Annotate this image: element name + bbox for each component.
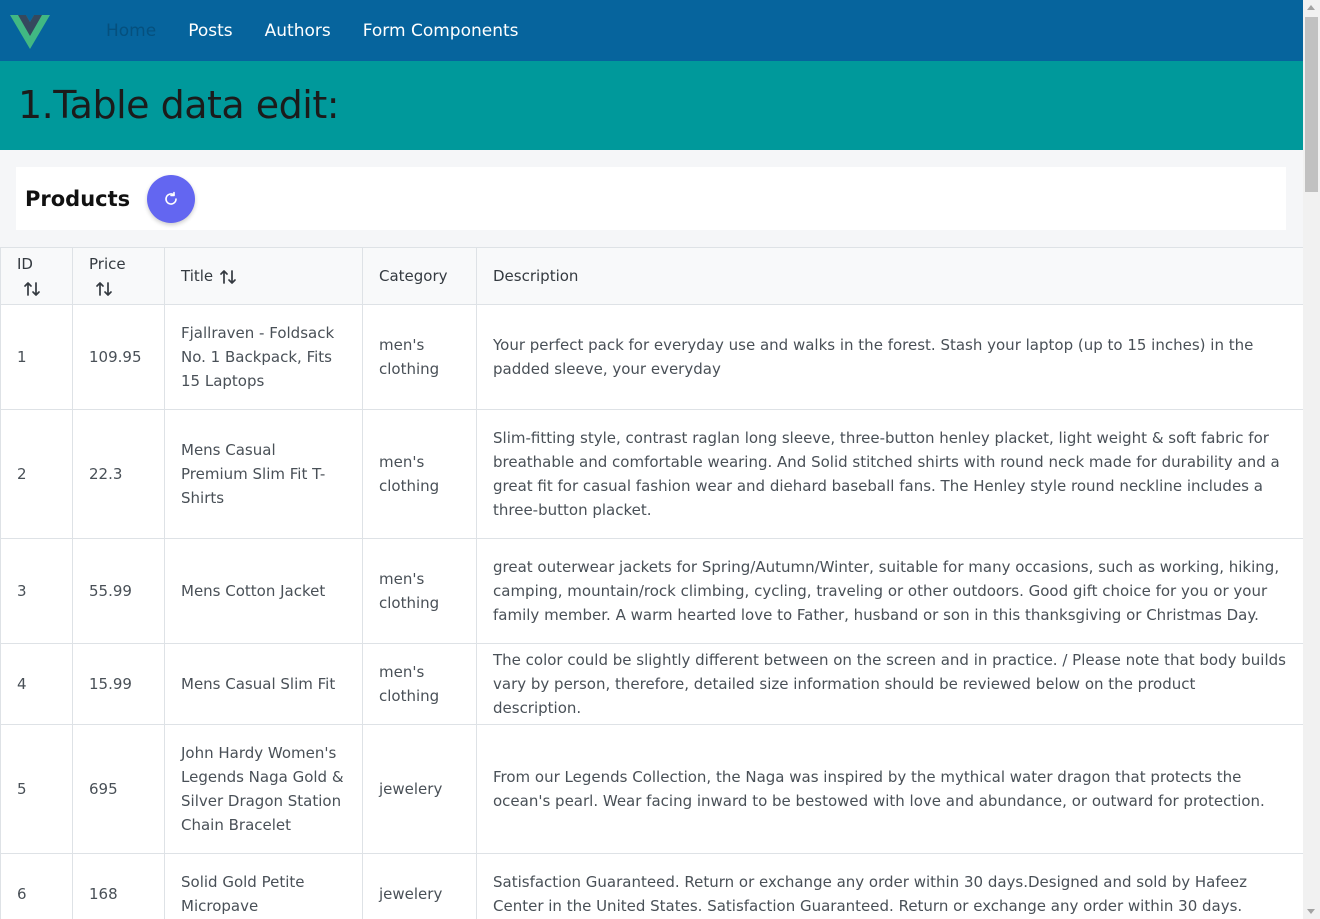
scrollbar-thumb[interactable] [1305,17,1318,192]
cell-description[interactable]: great outerwear jackets for Spring/Autum… [476,538,1303,644]
page-header: 1.Table data edit: [0,61,1303,150]
table-row[interactable]: 6 168 Solid Gold Petite Micropave jewele… [0,853,1303,919]
cell-price[interactable]: 695 [72,724,165,854]
table-row[interactable]: 3 55.99 Mens Cotton Jacket men's clothin… [0,538,1303,644]
refresh-icon [165,191,177,205]
cell-title[interactable]: Mens Casual Slim Fit [164,643,363,725]
products-table-container: ID Price Title Category Description 1 10… [0,247,1303,919]
cell-id[interactable]: 2 [0,409,73,539]
column-header-id[interactable]: ID [0,247,73,305]
nav-link-form-components[interactable]: Form Components [347,21,535,41]
cell-id[interactable]: 6 [0,853,73,919]
cell-title[interactable]: John Hardy Women's Legends Naga Gold & S… [164,724,363,854]
cell-description[interactable]: The color could be slightly different be… [476,643,1303,725]
table-row[interactable]: 4 15.99 Mens Casual Slim Fit men's cloth… [0,643,1303,725]
refresh-button[interactable] [147,175,195,223]
cell-description[interactable]: Your perfect pack for everyday use and w… [476,304,1303,410]
cell-category[interactable]: men's clothing [362,304,477,410]
top-navbar: Home Posts Authors Form Components [0,0,1303,61]
column-header-title[interactable]: Title [164,247,363,305]
cell-title[interactable]: Fjallraven - Foldsack No. 1 Backpack, Fi… [164,304,363,410]
cell-category[interactable]: men's clothing [362,409,477,539]
vue-logo-icon[interactable] [10,13,50,49]
column-header-category: Category [362,247,477,305]
products-table: ID Price Title Category Description 1 10… [0,247,1303,919]
table-row[interactable]: 2 22.3 Mens Casual Premium Slim Fit T-Sh… [0,409,1303,539]
cell-price[interactable]: 15.99 [72,643,165,725]
sort-icon[interactable] [23,280,41,298]
cell-description[interactable]: Satisfaction Guaranteed. Return or excha… [476,853,1303,919]
products-toolbar: Products [16,167,1286,230]
nav-link-authors[interactable]: Authors [249,21,347,41]
products-title: Products [25,187,131,211]
cell-id[interactable]: 3 [0,538,73,644]
nav-link-posts[interactable]: Posts [172,21,248,41]
cell-price[interactable]: 55.99 [72,538,165,644]
sort-icon[interactable] [219,268,237,286]
cell-category[interactable]: men's clothing [362,643,477,725]
sort-icon[interactable] [95,280,113,298]
cell-description[interactable]: From our Legends Collection, the Naga wa… [476,724,1303,854]
cell-price[interactable]: 168 [72,853,165,919]
nav-link-home[interactable]: Home [90,21,172,41]
cell-category[interactable]: jewelery [362,724,477,854]
cell-title[interactable]: Mens Cotton Jacket [164,538,363,644]
column-header-price[interactable]: Price [72,247,165,305]
cell-category[interactable]: jewelery [362,853,477,919]
scroll-down-arrow-icon[interactable] [1307,909,1315,914]
scroll-up-arrow-icon[interactable] [1307,5,1315,10]
column-header-description: Description [476,247,1303,305]
cell-id[interactable]: 5 [0,724,73,854]
cell-price[interactable]: 109.95 [72,304,165,410]
cell-description[interactable]: Slim-fitting style, contrast raglan long… [476,409,1303,539]
cell-title[interactable]: Mens Casual Premium Slim Fit T-Shirts [164,409,363,539]
page-title: 1.Table data edit: [18,83,340,127]
cell-id[interactable]: 4 [0,643,73,725]
vertical-scrollbar[interactable] [1303,0,1320,919]
cell-category[interactable]: men's clothing [362,538,477,644]
table-row[interactable]: 1 109.95 Fjallraven - Foldsack No. 1 Bac… [0,304,1303,410]
table-row[interactable]: 5 695 John Hardy Women's Legends Naga Go… [0,724,1303,854]
cell-price[interactable]: 22.3 [72,409,165,539]
table-header-row: ID Price Title Category Description [0,247,1303,305]
cell-id[interactable]: 1 [0,304,73,410]
cell-title[interactable]: Solid Gold Petite Micropave [164,853,363,919]
